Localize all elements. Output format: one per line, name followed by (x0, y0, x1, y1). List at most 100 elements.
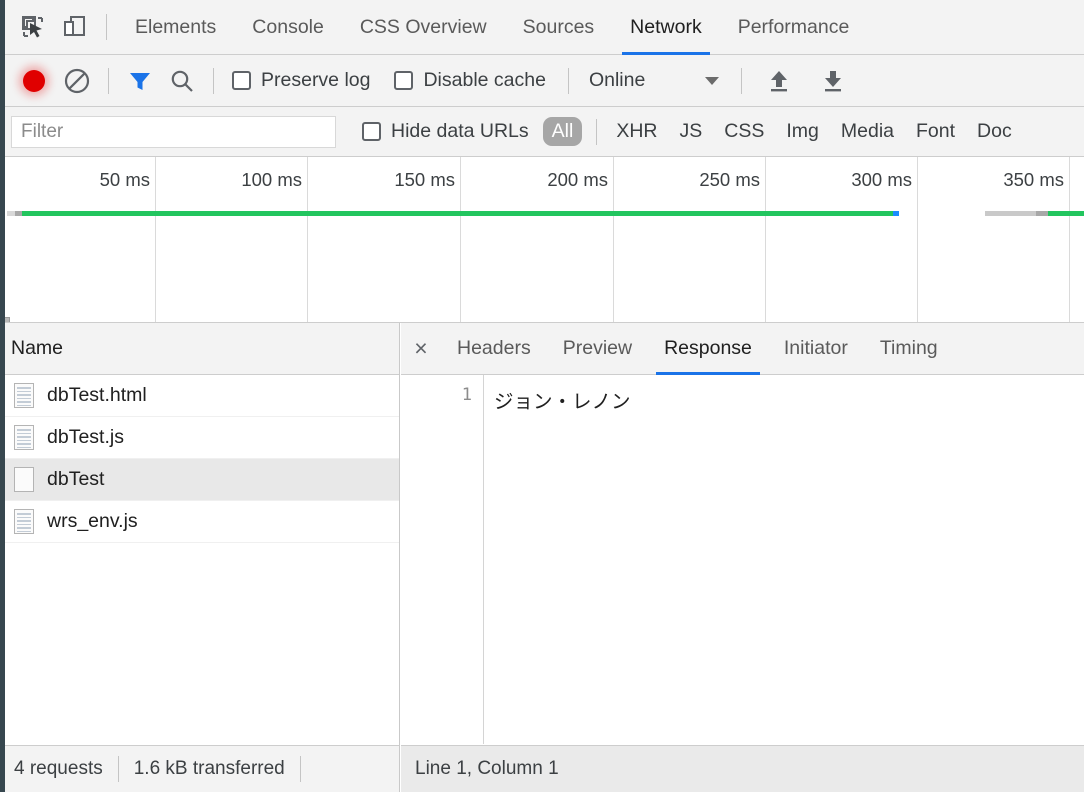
overview-tick-label: 200 ms (547, 169, 608, 190)
request-name: dbTest (47, 468, 105, 490)
tab-console-label: Console (252, 15, 324, 38)
network-filter-bar: Filter Hide data URLs All XHR JS CSS Img… (0, 107, 1084, 157)
overview-gridline (155, 157, 156, 322)
overview-band-segment (22, 211, 893, 216)
overview-tick-label: 300 ms (851, 169, 912, 190)
status-divider-2 (299, 756, 301, 782)
tab-console[interactable]: Console (234, 0, 342, 55)
network-overview-chart[interactable]: 50 ms 100 ms 150 ms 200 ms 250 ms 300 ms 350 m… (0, 157, 1084, 323)
table-row[interactable]: dbTest.html (0, 375, 399, 417)
response-line-1: ジョン・レノン (494, 391, 631, 413)
disable-cache-checkbox[interactable]: Disable cache (394, 69, 546, 92)
tab-performance-label: Performance (737, 15, 850, 38)
close-icon[interactable]: × (401, 323, 441, 375)
filter-placeholder: Filter (21, 120, 64, 142)
tab-response[interactable]: Response (648, 323, 768, 375)
overview-band-segment (7, 211, 15, 216)
cursor-position: Line 1, Column 1 (415, 758, 559, 779)
resource-type-font[interactable]: Font (907, 117, 964, 146)
table-row[interactable]: dbTest.js (0, 417, 399, 459)
overview-band-segment (893, 211, 899, 216)
record-button[interactable] (12, 59, 56, 103)
preserve-log-box[interactable] (232, 71, 251, 90)
overview-tick-label: 50 ms (99, 169, 150, 190)
preserve-log-checkbox[interactable]: Preserve log (232, 69, 370, 92)
requests-list-panel: Name dbTest.html dbTest.js dbTest wrs_env.j… (0, 323, 400, 745)
upload-har-icon[interactable] (758, 60, 800, 102)
status-divider (117, 756, 119, 782)
table-row[interactable]: dbTest (0, 459, 399, 501)
transferred-size: 1.6 kB transferred (133, 758, 285, 779)
overview-gridline (307, 157, 308, 322)
funnel-icon[interactable] (119, 60, 161, 102)
network-status-bar: 4 requests 1.6 kB transferred (0, 745, 400, 792)
request-name: wrs_env.js (47, 510, 138, 532)
hide-data-urls-box[interactable] (362, 122, 381, 141)
tab-elements[interactable]: Elements (117, 0, 234, 55)
column-header-name: Name (11, 337, 64, 359)
requests-count: 4 requests (14, 758, 103, 779)
throttling-select[interactable]: Online (588, 69, 720, 92)
device-toolbar-icon[interactable] (54, 6, 96, 48)
toolbar-divider-5 (741, 67, 743, 94)
resource-type-css[interactable]: CSS (715, 117, 773, 146)
document-icon (14, 383, 34, 408)
resource-type-xhr[interactable]: XHR (607, 117, 666, 146)
toolbar-divider-4 (567, 67, 569, 94)
overview-tick-label: 350 ms (1003, 169, 1064, 190)
hide-data-urls-checkbox[interactable]: Hide data URLs (362, 120, 529, 143)
tab-initiator[interactable]: Initiator (768, 323, 864, 375)
tab-preview-label: Preview (562, 337, 633, 359)
resource-type-img[interactable]: Img (777, 117, 828, 146)
network-toolbar: Preserve log Disable cache Online (0, 55, 1084, 107)
overview-tick-label: 100 ms (241, 169, 302, 190)
throttling-value: Online (588, 69, 646, 91)
document-blank-icon (14, 467, 34, 492)
request-name: dbTest.js (47, 426, 124, 448)
inspect-element-icon[interactable] (12, 6, 54, 48)
request-name: dbTest.html (47, 384, 147, 406)
overview-band-segment (1036, 211, 1048, 216)
tab-elements-label: Elements (135, 15, 217, 38)
line-number-gutter: 1 (401, 375, 484, 744)
table-row[interactable]: wrs_env.js (0, 501, 399, 543)
search-icon[interactable] (161, 60, 203, 102)
tab-sources[interactable]: Sources (505, 0, 613, 55)
hide-data-urls-label: Hide data URLs (391, 120, 529, 142)
resource-type-media[interactable]: Media (832, 117, 903, 146)
devtools-window: Elements Console CSS Overview Sources Ne… (0, 0, 1084, 792)
tab-performance[interactable]: Performance (720, 0, 868, 55)
tab-headers-label: Headers (457, 337, 531, 359)
tab-sources-label: Sources (522, 15, 595, 38)
resource-type-all[interactable]: All (542, 117, 583, 146)
line-number: 1 (461, 385, 472, 405)
resource-type-js[interactable]: JS (671, 117, 712, 146)
requests-column-header[interactable]: Name (0, 323, 399, 375)
requests-rows: dbTest.html dbTest.js dbTest wrs_env.js (0, 375, 399, 543)
clear-button[interactable] (56, 60, 98, 102)
tab-preview[interactable]: Preview (547, 323, 648, 375)
resource-type-doc[interactable]: Doc (968, 117, 1021, 146)
tab-css-overview[interactable]: CSS Overview (342, 0, 505, 55)
toolbar-divider-2 (108, 67, 109, 94)
tab-headers[interactable]: Headers (441, 323, 547, 375)
devtools-main-tabbar: Elements Console CSS Overview Sources Ne… (0, 0, 1084, 55)
tab-css-overview-label: CSS Overview (359, 15, 487, 38)
toolbar-divider-3 (213, 67, 214, 94)
toolbar-divider (106, 14, 107, 40)
overview-band-segment (15, 211, 22, 216)
download-har-icon[interactable] (812, 60, 854, 102)
response-body-viewer[interactable]: 1 ジョン・レノン (401, 375, 1084, 744)
detail-tabbar: × Headers Preview Response Initiator Tim… (401, 323, 1084, 375)
overview-band-segment (985, 211, 1036, 216)
overview-gridline (917, 157, 918, 322)
window-left-edge (0, 0, 5, 792)
tab-timing[interactable]: Timing (864, 323, 954, 375)
record-icon (23, 69, 45, 92)
editor-status-bar: Line 1, Column 1 (401, 745, 1084, 792)
disable-cache-box[interactable] (394, 71, 414, 90)
filter-input[interactable]: Filter (11, 115, 336, 148)
tab-network[interactable]: Network (612, 0, 720, 55)
overview-tick-label: 150 ms (394, 169, 455, 190)
overview-gridline (765, 157, 766, 322)
